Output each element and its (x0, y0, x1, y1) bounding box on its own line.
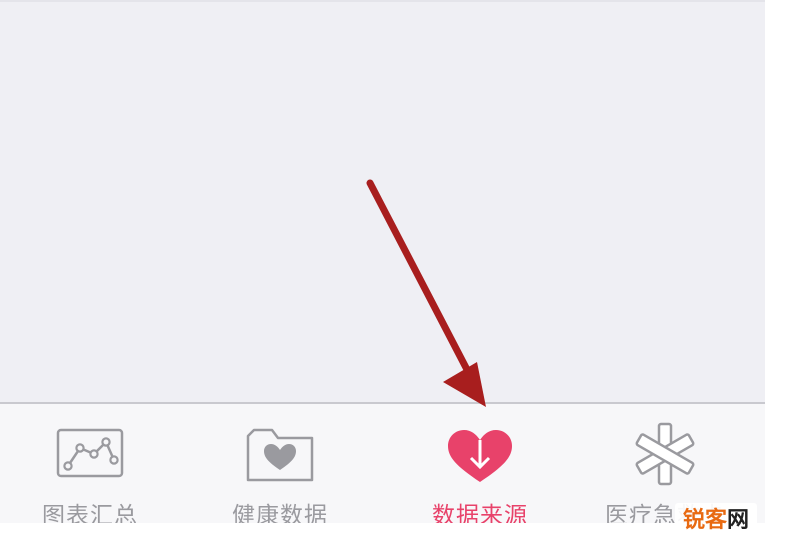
right-edge (765, 0, 800, 550)
watermark-part2: 网 (727, 508, 750, 533)
medical-asterisk-icon (635, 422, 695, 486)
tab-data-sources[interactable]: 数据来源 (390, 404, 570, 529)
chart-icon (56, 428, 124, 478)
heart-folder-icon (246, 428, 314, 482)
heart-download-icon (448, 430, 512, 482)
tab-bar: 图表汇总 健康数据 数据来源 医疗急救卡 (0, 402, 765, 529)
tab-chart-summary[interactable]: 图表汇总 (0, 404, 180, 529)
watermark-part1: 锐客 (683, 508, 728, 533)
top-divider (0, 0, 765, 2)
watermark: 锐客网 (675, 503, 758, 539)
tab-health-data[interactable]: 健康数据 (190, 404, 370, 529)
